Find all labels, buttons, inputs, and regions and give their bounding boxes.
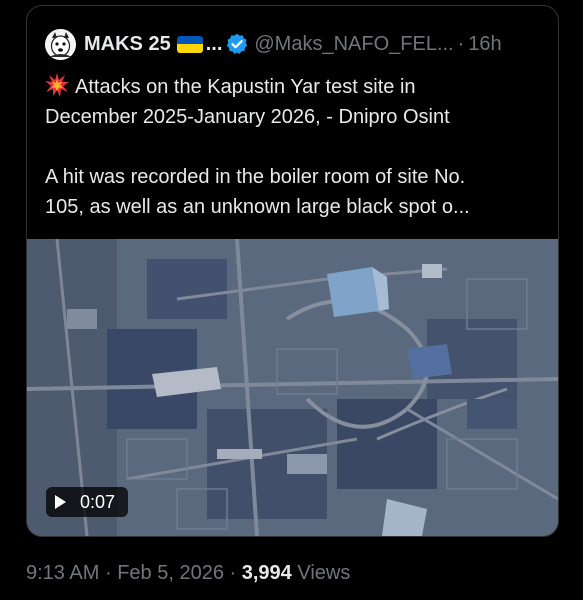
avatar[interactable] <box>45 28 76 60</box>
verified-badge-icon <box>227 33 248 54</box>
views-count: 3,994 <box>241 562 292 584</box>
avatar-icon <box>45 28 76 60</box>
post-card[interactable]: MAKS 25 ... @Maks_NAFO_FEL... · 16h Atta… <box>26 5 559 537</box>
post-line-1: Attacks on the Kapustin Yar test site in <box>45 72 545 102</box>
views-label: Views <box>297 562 351 584</box>
explosion-icon <box>45 73 69 97</box>
relative-time[interactable]: 16h <box>468 33 501 56</box>
post-footer: 9:13 AM · Feb 5, 2026 · 3,994 Views <box>26 562 350 585</box>
ukraine-flag-icon <box>176 35 203 53</box>
video-duration-badge[interactable]: 0:07 <box>46 487 128 517</box>
post-line-4: 105, as well as an unknown large black s… <box>45 196 470 218</box>
separator: · <box>457 32 465 55</box>
post-header: MAKS 25 ... @Maks_NAFO_FEL... · 16h <box>45 28 502 60</box>
post-date[interactable]: Feb 5, 2026 <box>117 562 224 584</box>
post-line-2: December 2025-January 2026, - Dnipro Osi… <box>45 106 450 128</box>
footer-separator: · <box>229 562 237 584</box>
post-text: Attacks on the Kapustin Yar test site in… <box>45 72 545 222</box>
author-handle[interactable]: @Maks_NAFO_FEL... <box>254 33 453 56</box>
post-line-1-text: Attacks on the Kapustin Yar test site in <box>75 76 416 98</box>
video-duration: 0:07 <box>80 491 116 512</box>
post-time[interactable]: 9:13 AM <box>26 562 99 584</box>
footer-separator: · <box>104 562 112 584</box>
name-ellipsis: ... <box>205 32 223 55</box>
play-icon <box>55 495 66 509</box>
author-name[interactable]: MAKS 25 <box>84 33 171 56</box>
video-player[interactable]: 0:07 <box>27 239 558 536</box>
post-line-3: A hit was recorded in the boiler room of… <box>45 166 466 188</box>
